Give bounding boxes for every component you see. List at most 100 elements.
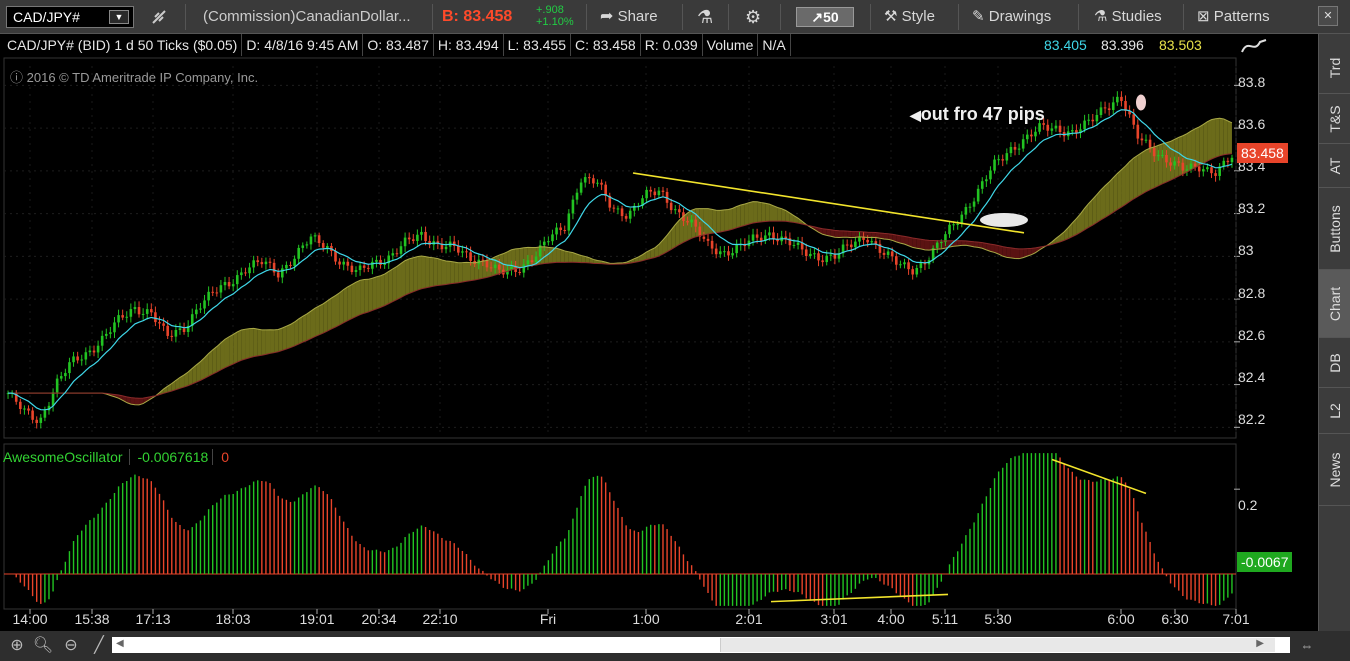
- candle-body: [1161, 154, 1164, 156]
- close-icon[interactable]: ✕: [1318, 6, 1338, 26]
- annotation-text: out fro 47 pips: [920, 104, 1045, 124]
- candle-body: [211, 291, 215, 293]
- zoom-out-icon[interactable]: ⊖: [60, 636, 82, 656]
- candle-body: [256, 260, 260, 263]
- cloud-segment: [343, 286, 348, 323]
- candle-body: [940, 242, 943, 244]
- gear-icon[interactable]: ⚙: [745, 0, 761, 34]
- candle-body: [768, 232, 771, 236]
- cloud-segment: [212, 346, 217, 375]
- candle-body: [678, 209, 681, 213]
- candle-body: [100, 335, 104, 346]
- candle-body: [461, 251, 464, 253]
- candle-body: [624, 216, 628, 219]
- cloud-segment: [916, 238, 921, 249]
- cloud-segment: [851, 231, 856, 238]
- tab-level2[interactable]: L2: [1319, 388, 1350, 434]
- candle-body: [866, 239, 869, 243]
- candle-body: [64, 373, 67, 377]
- zoom-in-icon[interactable]: 🔍︎: [32, 636, 54, 656]
- cloud-segment: [1121, 165, 1126, 208]
- cloud-segment: [454, 262, 459, 284]
- share-button[interactable]: ➦ Share: [600, 0, 658, 34]
- cloud-segment: [302, 313, 307, 343]
- cloud-segment: [1227, 120, 1232, 155]
- candle-body: [964, 207, 968, 215]
- candle-body: [23, 408, 26, 410]
- candle-body: [104, 333, 108, 336]
- expand-icon[interactable]: ⇔: [1296, 636, 1318, 656]
- candle-body: [968, 206, 972, 208]
- scrollbar-thumb[interactable]: [720, 638, 1275, 652]
- candle-body: [1165, 154, 1168, 163]
- candle-body: [31, 410, 34, 420]
- cloud-segment: [458, 262, 463, 283]
- cloud-segment: [286, 324, 291, 349]
- tab-time-and-sales[interactable]: T&S: [1319, 94, 1350, 144]
- cloud-segment: [1125, 161, 1130, 205]
- scroll-left-icon[interactable]: ◀: [116, 638, 124, 649]
- draw-line-icon[interactable]: ╱: [88, 636, 110, 656]
- ticks-icon: ↗: [811, 9, 824, 25]
- cloud-segment: [237, 329, 242, 363]
- tab-label: Buttons: [1326, 204, 1343, 253]
- studies-button[interactable]: ⚗ Studies: [1094, 0, 1162, 34]
- flask-icon[interactable]: ⚗: [697, 0, 713, 34]
- candle-body: [870, 241, 874, 243]
- chart-mode-icon[interactable]: [1240, 36, 1268, 56]
- cloud-segment: [515, 248, 520, 269]
- cloud-segment: [466, 262, 471, 282]
- tab-chart[interactable]: Chart: [1319, 270, 1350, 338]
- drawings-button[interactable]: ✎ Drawings: [972, 0, 1051, 34]
- candle-body: [215, 292, 219, 294]
- candle-body: [518, 271, 522, 273]
- candle-body: [1034, 131, 1037, 137]
- tab-db[interactable]: DB: [1319, 338, 1350, 388]
- info-volume-label: Volume: [703, 34, 759, 56]
- candle-body: [469, 252, 472, 261]
- candle-body: [571, 199, 575, 214]
- style-button[interactable]: ⚒ Style: [884, 0, 935, 34]
- tenkan-line: [8, 109, 1233, 411]
- link-icon[interactable]: [150, 0, 168, 34]
- price-chart[interactable]: [0, 56, 1318, 631]
- tab-trade[interactable]: Trd: [1319, 42, 1350, 94]
- cloud-segment: [773, 205, 778, 222]
- chart-info-bar: CAD/JPY# (BID) 1 d 50 Ticks ($0.05) D: 4/…: [3, 34, 791, 56]
- cloud-segment: [310, 308, 316, 339]
- candle-body: [1169, 162, 1172, 166]
- oscillator-name[interactable]: AwesomeOscillator: [3, 449, 130, 465]
- scroll-right-icon[interactable]: ▶: [1256, 638, 1264, 649]
- candle-body: [1013, 146, 1017, 150]
- symbol-selector[interactable]: CAD/JPY# ▼: [6, 6, 134, 28]
- cloud-segment: [257, 329, 262, 356]
- candle-body: [661, 190, 665, 192]
- candle-body: [985, 179, 988, 182]
- tab-at[interactable]: AT: [1319, 144, 1350, 188]
- tab-buttons[interactable]: Buttons: [1319, 188, 1350, 270]
- candle-body: [899, 264, 902, 266]
- candle-body: [1136, 124, 1140, 139]
- candle-body: [444, 246, 448, 250]
- cloud-segment: [364, 279, 369, 314]
- cloud-segment: [847, 231, 852, 238]
- cloud-segment: [1002, 246, 1007, 258]
- cloud-segment: [871, 232, 876, 238]
- patterns-button[interactable]: ⊠ Patterns: [1197, 0, 1270, 34]
- candle-body: [882, 252, 886, 255]
- candle-body: [342, 261, 345, 265]
- tab-news[interactable]: News: [1319, 434, 1350, 506]
- cloud-segment: [429, 257, 434, 288]
- horizontal-scrollbar[interactable]: ◀ ▶: [112, 637, 1290, 653]
- ticks-button[interactable]: ↗50: [796, 7, 854, 27]
- chevron-down-icon[interactable]: ▼: [109, 10, 129, 24]
- candle-body: [1197, 166, 1201, 172]
- candle-body: [133, 307, 137, 310]
- candle-body: [542, 241, 546, 246]
- indicator-value-3: 83.503: [1159, 37, 1202, 53]
- cloud-segment: [409, 257, 414, 294]
- crosshair-icon[interactable]: ⊕: [6, 636, 28, 656]
- cloud-segment: [1215, 118, 1220, 158]
- cloud-segment: [838, 230, 844, 238]
- candle-body: [751, 234, 755, 241]
